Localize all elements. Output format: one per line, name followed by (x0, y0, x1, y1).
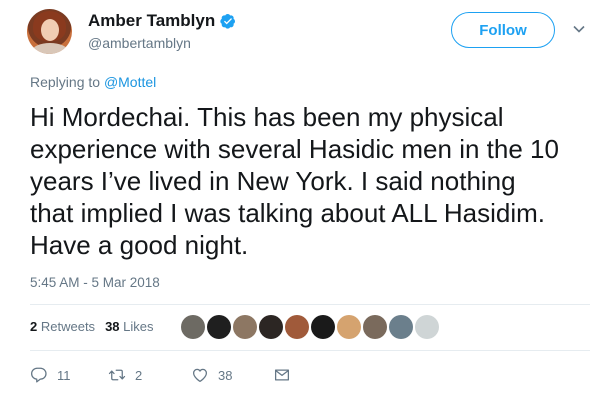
reply-button[interactable]: 11 (30, 366, 71, 384)
heart-icon (192, 368, 208, 383)
envelope-icon (274, 369, 290, 381)
retweets-label: Retweets (40, 319, 96, 334)
liker-avatar[interactable] (285, 315, 309, 339)
user-name[interactable]: Amber Tamblyn (88, 11, 236, 31)
liker-avatar[interactable] (207, 315, 231, 339)
retweet-count: 2 (135, 367, 143, 383)
user-name-text[interactable]: Amber Tamblyn (88, 11, 215, 31)
liker-avatars (181, 315, 439, 339)
liker-avatar[interactable] (311, 315, 335, 339)
verified-badge-icon (220, 14, 236, 29)
direct-message-button[interactable] (273, 366, 300, 384)
liker-avatar[interactable] (337, 315, 361, 339)
divider (30, 304, 590, 305)
retweet-button[interactable]: 2 (108, 366, 142, 384)
tweet-line: that implied I was talking about ALL Has… (30, 198, 545, 228)
tweet-line: Have a good night. (30, 230, 249, 260)
follow-button[interactable]: Follow (451, 12, 555, 48)
reply-icon (31, 367, 47, 383)
liker-avatar[interactable] (233, 315, 257, 339)
tweet-line: years I’ve lived in New York. I said not… (30, 166, 516, 196)
retweets-count: 2 (30, 319, 38, 334)
divider (30, 350, 590, 351)
user-handle[interactable]: @ambertamblyn (88, 35, 191, 51)
tweet-text: Hi Mordechai. This has been my physical … (30, 101, 590, 261)
tweet-actions: 11 2 38 (30, 366, 330, 388)
tweet-line: Hi Mordechai. This has been my physical (30, 102, 504, 132)
likes-count: 38 (105, 319, 120, 334)
retweets-stat[interactable]: 2 Retweets (30, 319, 95, 334)
liker-avatar[interactable] (415, 315, 439, 339)
tweet-stats: 2 Retweets 38 Likes (30, 319, 154, 334)
liker-avatar[interactable] (181, 315, 205, 339)
tweet-line: experience with several Hasidic men in t… (30, 134, 559, 164)
replying-to: Replying to @Mottel (30, 74, 156, 90)
replying-prefix: Replying to (30, 74, 104, 90)
liker-avatar[interactable] (389, 315, 413, 339)
likes-label: Likes (123, 319, 154, 334)
like-button[interactable]: 38 (191, 366, 232, 384)
avatar-shirt (32, 43, 68, 54)
liker-avatar[interactable] (363, 315, 387, 339)
avatar-face (41, 19, 59, 41)
likes-stat[interactable]: 38 Likes (105, 319, 153, 334)
reply-mention-link[interactable]: @Mottel (104, 74, 156, 90)
avatar[interactable] (27, 9, 72, 54)
chevron-down-icon[interactable] (572, 22, 586, 36)
like-count: 38 (218, 367, 233, 383)
tweet-timestamp[interactable]: 5:45 AM - 5 Mar 2018 (30, 275, 160, 290)
retweet-icon (108, 369, 126, 381)
liker-avatar[interactable] (259, 315, 283, 339)
reply-count: 11 (57, 367, 71, 383)
